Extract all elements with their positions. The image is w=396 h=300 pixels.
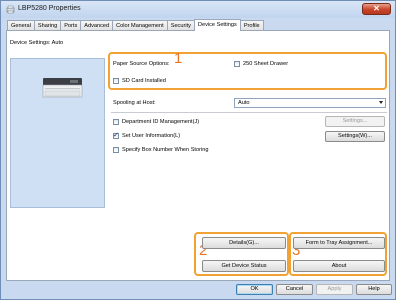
set-user-info-checkbox[interactable] (113, 131, 119, 139)
tab-device-settings[interactable]: Device Settings (193, 19, 241, 31)
tab-security[interactable]: Security (166, 20, 195, 30)
apply-button[interactable]: Apply (316, 284, 353, 295)
tab-color-management[interactable]: Color Management (112, 20, 168, 30)
spooling-label: Spooling at Host: (113, 100, 156, 106)
tab-strip: General Sharing Ports Advanced Color Man… (7, 19, 264, 31)
device-settings-header: Device Settings: Auto (10, 40, 64, 46)
callout-1-box (108, 52, 387, 90)
paper-source-label: Paper Source Options: (113, 61, 170, 67)
tab-general[interactable]: General (7, 20, 35, 30)
chevron-down-icon (379, 101, 383, 104)
device-settings-panel: Device Settings: Auto 1 Paper Source Opt… (6, 30, 390, 281)
tab-ports[interactable]: Ports (60, 20, 82, 30)
callout-1-number: 1 (174, 50, 183, 67)
divider (111, 112, 387, 113)
sheet-drawer-checkbox[interactable] (234, 61, 240, 67)
window-title: LBP5280 Properties (18, 5, 81, 12)
tab-advanced[interactable]: Advanced (80, 20, 114, 30)
ok-button[interactable]: OK (236, 284, 273, 295)
get-device-status-button[interactable]: Get Device Status (202, 260, 286, 272)
spooling-select[interactable]: Auto (234, 98, 386, 108)
cancel-button[interactable]: Cancel (276, 284, 313, 295)
printer-icon (6, 5, 15, 14)
sheet-drawer-label: 250 Sheet Drawer (243, 61, 289, 67)
dept-id-label: Department ID Management(J) (122, 119, 200, 125)
about-button[interactable]: About (293, 260, 385, 272)
sd-card-checkbox[interactable] (113, 78, 119, 84)
settings-w-button[interactable]: Settings(W)... (325, 131, 385, 142)
printer-preview (10, 58, 105, 208)
tab-sharing[interactable]: Sharing (33, 20, 62, 30)
dept-id-checkbox[interactable] (113, 119, 119, 125)
form-to-tray-button[interactable]: Form to Tray Assignment... (293, 237, 385, 249)
sd-card-label: SD Card Installed (122, 78, 166, 84)
specify-box-label: Specify Box Number When Storing (122, 147, 209, 153)
tab-profile[interactable]: Profile (239, 20, 264, 30)
spooling-value: Auto (238, 100, 250, 106)
printer-image (42, 78, 83, 98)
details-button[interactable]: Details(G)... (202, 237, 286, 249)
specify-box-checkbox[interactable] (113, 147, 119, 153)
set-user-info-label: Set User Information(L) (122, 133, 181, 139)
title-bar: LBP5280 Properties ✕ (1, 1, 395, 18)
help-button[interactable]: Help (356, 284, 392, 295)
properties-window: LBP5280 Properties ✕ General Sharing Por… (0, 0, 396, 300)
close-button[interactable]: ✕ (362, 3, 391, 15)
settings-button[interactable]: Settings... (325, 116, 385, 127)
